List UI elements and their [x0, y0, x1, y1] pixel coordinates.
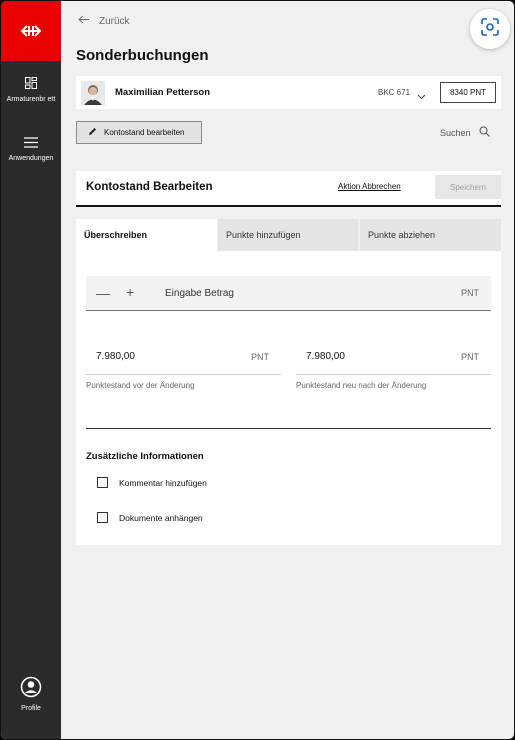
amount-unit: PNT: [461, 288, 479, 298]
customer-name: Maximilian Petterson: [115, 87, 211, 98]
abort-action-link[interactable]: Aktion Abbrechen: [338, 182, 401, 191]
sidebar-item-label: Profile: [21, 705, 41, 712]
divider: [86, 428, 491, 429]
additional-info-title: Zusätzliche Informationen: [86, 451, 204, 462]
decrement-button[interactable]: —: [96, 285, 110, 301]
pencil-icon: [88, 127, 97, 138]
balance-after-caption: Punktestand neu nach der Änderung: [296, 381, 427, 390]
dashboard-icon: [1, 77, 61, 92]
account-number: BKC 671: [378, 88, 411, 97]
sbb-logo-icon[interactable]: [1, 1, 61, 61]
search-label: Suchen: [440, 127, 471, 138]
add-comment-label: Kommentar hinzufügen: [119, 477, 207, 488]
search-button[interactable]: Suchen: [440, 126, 490, 139]
save-button[interactable]: Speichern: [435, 175, 501, 199]
attach-documents-checkbox[interactable]: [97, 512, 108, 523]
main-content: Zurück Sonderbuchungen Maximilian Petter…: [61, 1, 514, 739]
back-label: Zurück: [99, 15, 130, 27]
balance-panel-header: Kontostand Bearbeiten Aktion Abbrechen S…: [76, 171, 501, 207]
sidebar-item-label: Armaturenbr ett: [6, 96, 56, 103]
balance-form: — + Eingabe Betrag PNT 7.980,00 PNT Punk…: [76, 251, 501, 545]
edit-balance-button[interactable]: Kontostand bearbeiten: [76, 121, 202, 144]
app-window: Armaturenbr ett Anwendungen Profile Zurü…: [0, 0, 515, 740]
tab-subtract-points[interactable]: Punkte abziehen: [360, 219, 501, 251]
edit-balance-label: Kontostand bearbeiten: [104, 128, 185, 137]
scan-button[interactable]: [470, 9, 510, 49]
chevron-down-icon[interactable]: [417, 87, 426, 105]
sidebar-item-profile[interactable]: Profile: [1, 676, 61, 713]
attach-documents-label: Dokumente anhängen: [119, 512, 203, 523]
arrow-left-icon: [78, 15, 89, 27]
tab-add-points[interactable]: Punkte hinzufügen: [218, 219, 358, 251]
customer-bar: Maximilian Petterson BKC 671 8340 PNT: [76, 76, 501, 109]
back-link[interactable]: Zurück: [78, 15, 130, 27]
amount-placeholder: Eingabe Betrag: [165, 288, 234, 299]
sidebar: Armaturenbr ett Anwendungen Profile: [1, 1, 61, 739]
balance-before-value: 7.980,00: [96, 351, 135, 362]
search-icon: [478, 126, 490, 139]
increment-button[interactable]: +: [126, 284, 134, 300]
page-title: Sonderbuchungen: [76, 47, 209, 64]
sidebar-item-applications[interactable]: Anwendungen: [1, 137, 61, 163]
points-balance-badge: 8340 PNT: [440, 82, 496, 103]
balance-after-value: 7.980,00: [306, 351, 345, 362]
attach-documents-option[interactable]: Dokumente anhängen: [97, 512, 203, 523]
avatar: [81, 81, 105, 105]
user-circle-icon: [1, 676, 61, 701]
add-comment-checkbox[interactable]: [97, 477, 108, 488]
balance-before-caption: Punktestand vor der Änderung: [86, 381, 195, 390]
menu-icon: [1, 137, 61, 151]
balance-before-field: 7.980,00 PNT: [86, 347, 281, 375]
scan-icon: [480, 17, 500, 42]
balance-after-unit: PNT: [461, 352, 479, 362]
sidebar-item-label: Anwendungen: [8, 155, 54, 162]
sidebar-item-dashboard[interactable]: Armaturenbr ett: [1, 77, 61, 104]
tab-overwrite[interactable]: Überschreiben: [76, 219, 217, 251]
balance-tabs: Überschreiben Punkte hinzufügen Punkte a…: [76, 219, 501, 251]
add-comment-option[interactable]: Kommentar hinzufügen: [97, 477, 207, 488]
amount-input[interactable]: — + Eingabe Betrag PNT: [86, 276, 491, 311]
balance-before-unit: PNT: [251, 352, 269, 362]
balance-after-field: 7.980,00 PNT: [296, 347, 491, 375]
panel-title: Kontostand Bearbeiten: [86, 181, 213, 193]
